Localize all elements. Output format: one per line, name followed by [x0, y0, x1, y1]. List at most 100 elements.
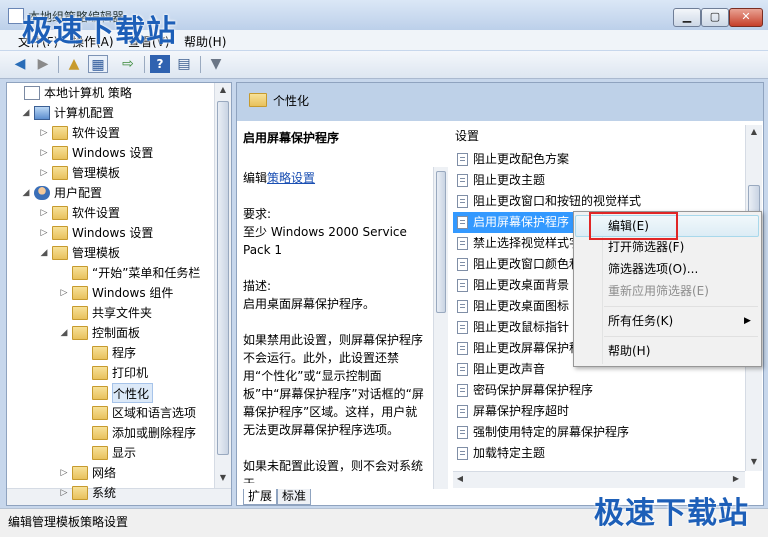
setting-row[interactable]: 密码保护屏幕保护程序 — [453, 380, 743, 401]
folder-icon — [92, 446, 108, 460]
tree-node-label: 个性化 — [112, 383, 154, 403]
collapse-arrow-icon[interactable]: ◢ — [21, 183, 31, 203]
up-folder-icon[interactable]: ▲ — [64, 55, 84, 73]
folder-icon — [72, 266, 88, 280]
export-list-icon[interactable]: ⇨ — [118, 55, 138, 73]
folder-icon — [92, 346, 108, 360]
tree-node-label: 软件设置 — [72, 126, 121, 140]
expand-arrow-icon[interactable]: ▷ — [39, 203, 49, 223]
scroll-right-arrow[interactable]: ▶ — [731, 474, 741, 483]
policy-setting-icon — [457, 237, 468, 250]
tree-node-label: 系统 — [92, 486, 117, 500]
setting-label: 强制使用特定的屏幕保护程序 — [473, 425, 630, 439]
show-tree-icon[interactable]: ▦ — [88, 55, 108, 73]
panel-header: 个性化 — [237, 83, 763, 121]
tree-node[interactable]: 添加或删除程序 — [79, 423, 207, 443]
menu-help[interactable]: 帮助(H) — [184, 33, 226, 50]
setting-label: 加载特定主题 — [473, 446, 546, 460]
policy-settings-link[interactable]: 策略设置 — [267, 171, 315, 185]
menu-item-filter-options[interactable]: 筛选器选项(O)... — [608, 258, 698, 280]
tab-standard[interactable]: 标准 — [277, 489, 312, 505]
status-text: 编辑管理模板策略设置 — [8, 515, 129, 529]
tree-node[interactable]: 打印机 — [79, 363, 207, 383]
setting-label: 阻止更改主题 — [473, 173, 546, 187]
setting-label: 阻止更改鼠标指针 — [473, 320, 570, 334]
policy-setting-icon — [457, 384, 468, 397]
tree-node[interactable]: ▷ 软件设置 — [39, 203, 207, 223]
collapse-arrow-icon[interactable]: ◢ — [21, 103, 31, 123]
tree-node-label: 控制面板 — [92, 326, 141, 340]
setting-label: 阻止更改窗口颜色和 — [473, 257, 582, 271]
tree-pane[interactable]: ▲ ▼ 本地计算机 策略 ◢ 计算机配置 ▷ 软件设置 ▷ Windows 设置 ▷ 管理模板 ◢… — [6, 82, 232, 506]
tree-node[interactable]: ▷ 系统 — [59, 483, 207, 503]
setting-row[interactable]: 加载特定主题 — [453, 443, 743, 464]
tree-node[interactable]: ◢ 计算机配置 — [21, 103, 207, 123]
setting-row[interactable]: 强制使用特定的屏幕保护程序 — [453, 422, 743, 443]
filter-icon[interactable]: ▼ — [206, 55, 226, 73]
setting-row[interactable]: 阻止更改窗口和按钮的视觉样式 — [453, 191, 743, 212]
collapse-arrow-icon[interactable]: ◢ — [39, 243, 49, 263]
close-button[interactable]: ✕ — [729, 8, 763, 27]
minimize-button[interactable]: ▁ — [673, 8, 701, 27]
back-arrow-icon[interactable]: ◀ — [10, 55, 30, 73]
tree-node[interactable]: 本地计算机 策略 — [11, 83, 207, 103]
policy-setting-icon — [457, 258, 468, 271]
folder-icon — [92, 426, 108, 440]
tree-node[interactable]: ▷ 管理模板 — [39, 163, 207, 183]
scroll-left-arrow[interactable]: ◀ — [455, 474, 465, 483]
tree-node[interactable]: 共享文件夹 — [59, 303, 207, 323]
policy-setting-icon — [457, 447, 468, 460]
tree-node[interactable]: 区域和语言选项 — [79, 403, 207, 423]
tree-node[interactable]: 程序 — [79, 343, 207, 363]
settings-horizontal-scrollbar[interactable]: ◀ ▶ — [453, 471, 745, 488]
highlight-annotation-box — [589, 212, 678, 240]
forward-arrow-icon[interactable]: ▶ — [33, 55, 53, 73]
setting-row[interactable]: 阻止更改主题 — [453, 170, 743, 191]
description-scrollbar[interactable] — [433, 167, 448, 489]
folder-icon — [249, 93, 267, 107]
expand-arrow-icon[interactable]: ▷ — [59, 463, 69, 483]
properties-icon[interactable]: ▤ — [174, 55, 194, 73]
tree-node[interactable]: ▷ Windows 组件 — [59, 283, 207, 303]
expand-arrow-icon[interactable]: ▷ — [59, 283, 69, 303]
expand-arrow-icon[interactable]: ▷ — [59, 483, 69, 503]
tree-node-label: 本地计算机 策略 — [44, 86, 132, 100]
expand-arrow-icon[interactable]: ▷ — [39, 143, 49, 163]
folder-icon — [72, 326, 88, 340]
expand-arrow-icon[interactable]: ▷ — [39, 123, 49, 143]
tree-node[interactable]: 个性化 — [79, 383, 207, 403]
setting-row[interactable]: 屏幕保护程序超时 — [453, 401, 743, 422]
tree-node[interactable]: ◢ 用户配置 — [21, 183, 207, 203]
scroll-thumb[interactable] — [217, 101, 229, 455]
setting-label: 阻止更改屏幕保护程 — [473, 341, 582, 355]
tree-node[interactable]: “开始”菜单和任务栏 — [59, 263, 207, 283]
policy-setting-icon — [457, 363, 468, 376]
tree-vertical-scrollbar[interactable]: ▲ ▼ — [214, 83, 231, 488]
tree-node[interactable]: ◢ 控制面板 — [59, 323, 207, 343]
collapse-arrow-icon[interactable]: ◢ — [59, 323, 69, 343]
scroll-up-arrow[interactable]: ▲ — [215, 85, 231, 94]
menu-item-help[interactable]: 帮助(H) — [608, 340, 650, 362]
maximize-button[interactable]: ▢ — [701, 8, 729, 27]
setting-row[interactable]: 启用屏幕保护程序 — [453, 212, 575, 233]
expand-arrow-icon[interactable]: ▷ — [39, 223, 49, 243]
description-scroll-thumb[interactable] — [436, 171, 446, 313]
tree-node-label: 打印机 — [112, 366, 149, 380]
settings-column-header[interactable]: 设置 — [455, 127, 479, 144]
tree-node[interactable]: ▷ 网络 — [59, 463, 207, 483]
scroll-up-arrow[interactable]: ▲ — [746, 127, 762, 136]
tree-node-label: 程序 — [112, 346, 137, 360]
tree-node[interactable]: ▷ Windows 设置 — [39, 223, 207, 243]
help-icon[interactable]: ? — [150, 55, 170, 73]
tree-node[interactable]: ▷ Windows 设置 — [39, 143, 207, 163]
scroll-down-arrow[interactable]: ▼ — [215, 473, 231, 482]
tree-node[interactable]: ▷ 软件设置 — [39, 123, 207, 143]
setting-row[interactable]: 阻止更改配色方案 — [453, 149, 743, 170]
tab-extended[interactable]: 扩展 — [243, 489, 278, 505]
expand-arrow-icon[interactable]: ▷ — [39, 163, 49, 183]
menu-item-all-tasks[interactable]: 所有任务(K) — [608, 310, 673, 332]
description-paragraph-2: 如果未配置此设置，则不会对系统于 — [243, 459, 424, 483]
scroll-down-arrow[interactable]: ▼ — [746, 457, 762, 466]
tree-node[interactable]: 显示 — [79, 443, 207, 463]
tree-node[interactable]: ◢ 管理模板 — [39, 243, 207, 263]
